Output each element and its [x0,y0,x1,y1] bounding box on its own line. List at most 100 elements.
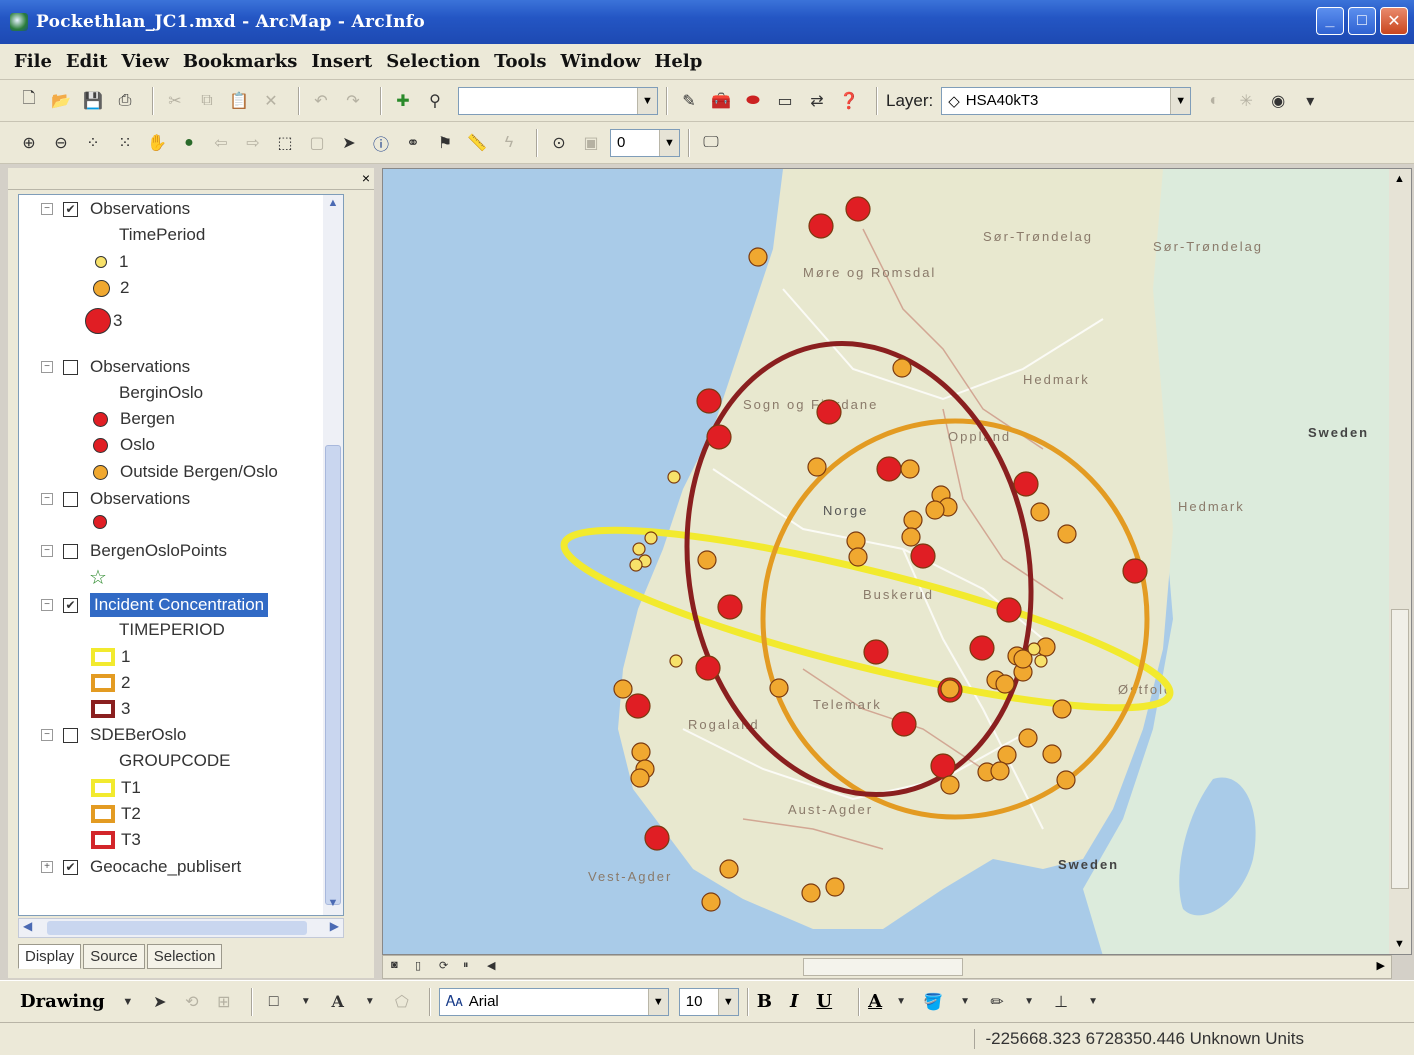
menu-file[interactable]: File [14,51,52,72]
scroll-thumb[interactable] [47,921,307,935]
pan-hand-icon[interactable]: ✋ [144,130,170,156]
tab-selection[interactable]: Selection [146,944,223,969]
undo-icon[interactable]: ↶ [308,88,334,114]
chevron-down-icon[interactable]: ▼ [888,989,914,1015]
layout-view-icon[interactable]: 🖵 [698,130,724,156]
redo-icon[interactable]: ↷ [340,88,366,114]
open-folder-icon[interactable]: 📂 [48,88,74,114]
menu-edit[interactable]: Edit [66,51,107,72]
scroll-right-icon[interactable]: ▶ [330,919,339,933]
identify-icon[interactable]: ⓘ [368,130,394,156]
measure-icon[interactable]: 📏 [464,130,490,156]
layout-view-icon[interactable]: ▯ [415,959,431,975]
chevron-down-icon[interactable]: ▼ [637,87,657,114]
close-button[interactable]: ✕ [1380,7,1408,35]
fixed-zoom-out-icon[interactable]: ⁙ [112,130,138,156]
zoom-in-icon[interactable]: ⊕ [16,130,42,156]
save-icon[interactable]: 💾 [80,88,106,114]
layer-checkbox[interactable]: ✔ [63,597,78,613]
scroll-up-icon[interactable]: ▲ [325,197,341,213]
fill-color-icon[interactable]: 🪣 [920,989,946,1015]
back-extent-icon[interactable]: ⇦ [208,130,234,156]
toolbar-options-icon[interactable]: ▾ [1297,88,1323,114]
layer-row-observations-2[interactable]: − Observations [41,357,190,377]
forward-extent-icon[interactable]: ⇨ [240,130,266,156]
collapse-icon[interactable]: − [41,599,53,611]
select-features-icon[interactable]: ⬚ [272,130,298,156]
marker-color-icon[interactable]: ⊥ [1048,989,1074,1015]
whats-this-icon[interactable]: ❓ [836,88,862,114]
minimize-button[interactable]: _ [1316,7,1344,35]
map-hscroll-thumb[interactable] [803,958,963,976]
go-to-xy-icon[interactable]: ⚑ [432,130,458,156]
cut-icon[interactable]: ✂ [162,88,188,114]
map-vertical-scrollbar[interactable]: ▲ ▼ [1389,169,1411,954]
tab-source[interactable]: Source [83,944,145,969]
pause-drawing-icon[interactable]: ⏸ [463,959,479,975]
globe-icon[interactable]: ◉ [1265,88,1291,114]
scroll-down-icon[interactable]: ▼ [1394,938,1405,950]
toc-vertical-scrollbar[interactable]: ▲ ▼ [323,195,343,915]
collapse-icon[interactable]: − [41,203,53,215]
chevron-down-icon[interactable]: ▼ [647,988,668,1015]
chevron-down-icon[interactable]: ▼ [659,129,679,156]
editor-icon[interactable]: ✎ [676,88,702,114]
paste-icon[interactable]: 📋 [226,88,252,114]
scroll-left-icon[interactable]: ◀ [487,959,503,975]
chevron-down-icon[interactable]: ▼ [293,989,319,1015]
chevron-down-icon[interactable]: ▼ [1016,989,1042,1015]
swipe-icon[interactable]: ◐ [1201,88,1227,114]
underline-button[interactable]: U [816,991,832,1012]
layer-row-incident-concentration[interactable]: − ✔ Incident Concentration [41,593,269,617]
clear-selection-icon[interactable]: ▢ [304,130,330,156]
select-elements-arrow-icon[interactable]: ➤ [336,130,362,156]
arctoolbox-icon[interactable]: 🧰 [708,88,734,114]
zoom-out-icon[interactable]: ⊖ [48,130,74,156]
data-view-icon[interactable]: ◙ [391,959,407,975]
menu-bookmarks[interactable]: Bookmarks [183,51,298,72]
chevron-down-icon[interactable]: ▼ [1170,87,1191,114]
layer-row-observations-3[interactable]: − Observations [41,489,190,509]
menu-view[interactable]: View [121,51,168,72]
hyperlink-icon[interactable]: ϟ [496,130,522,156]
layer-checkbox[interactable]: ✔ [63,201,78,217]
layer-row-sdeberoslo[interactable]: − SDEBerOslo [41,725,186,745]
refresh-icon[interactable]: ⟳ [439,959,455,975]
overview-icon[interactable]: ▣ [578,130,604,156]
chevron-down-icon[interactable]: ▼ [357,989,383,1015]
menu-tools[interactable]: Tools [494,51,546,72]
map-view[interactable]: Sør-Trøndelag Sør-Trøndelag Møre og Roms… [382,168,1412,955]
print-icon[interactable]: ⎙ [112,88,138,114]
zoom-level-combo[interactable]: 0 ▼ [610,128,680,157]
layer-checkbox[interactable] [63,727,78,743]
find-binoculars-icon[interactable]: ⚭ [400,130,426,156]
map-scale-combo[interactable]: ▼ [458,86,658,115]
layer-row-observations-1[interactable]: − ✔ Observations [41,199,190,219]
arccatalog-icon[interactable]: ⬬ [740,88,766,114]
collapse-icon[interactable]: − [41,361,53,373]
layer-checkbox[interactable]: ✔ [63,859,78,875]
layer-checkbox[interactable] [63,491,78,507]
scroll-up-icon[interactable]: ▲ [1394,173,1405,185]
fixed-zoom-in-icon[interactable]: ⁘ [80,130,106,156]
font-color-button[interactable]: A [868,991,882,1012]
bold-button[interactable]: B [757,991,772,1012]
font-size-combo[interactable]: 10 ▼ [678,987,739,1016]
new-document-icon[interactable]: 🗋 [16,88,42,114]
rotate-icon[interactable]: ⟲ [179,989,205,1015]
font-combo[interactable]: 🗛 Arial ▼ [438,987,669,1016]
chevron-down-icon[interactable]: ▼ [952,989,978,1015]
copy-icon[interactable]: ⧉ [194,88,220,114]
scroll-thumb[interactable] [1391,609,1409,889]
toc-horizontal-scrollbar[interactable]: ◀ ▶ [18,918,344,938]
add-data-icon[interactable]: ✚ [390,88,416,114]
edit-vertices-icon[interactable]: ⬠ [389,989,415,1015]
layer-checkbox[interactable] [63,359,78,375]
tab-display[interactable]: Display [18,944,82,969]
scroll-thumb[interactable] [325,445,341,905]
collapse-icon[interactable]: − [41,545,53,557]
chevron-down-icon[interactable]: ▼ [1080,989,1106,1015]
expand-icon[interactable]: + [41,861,53,873]
drawing-menu[interactable]: Drawing [20,991,105,1012]
zoom-to-selected-icon[interactable]: ⊞ [211,989,237,1015]
